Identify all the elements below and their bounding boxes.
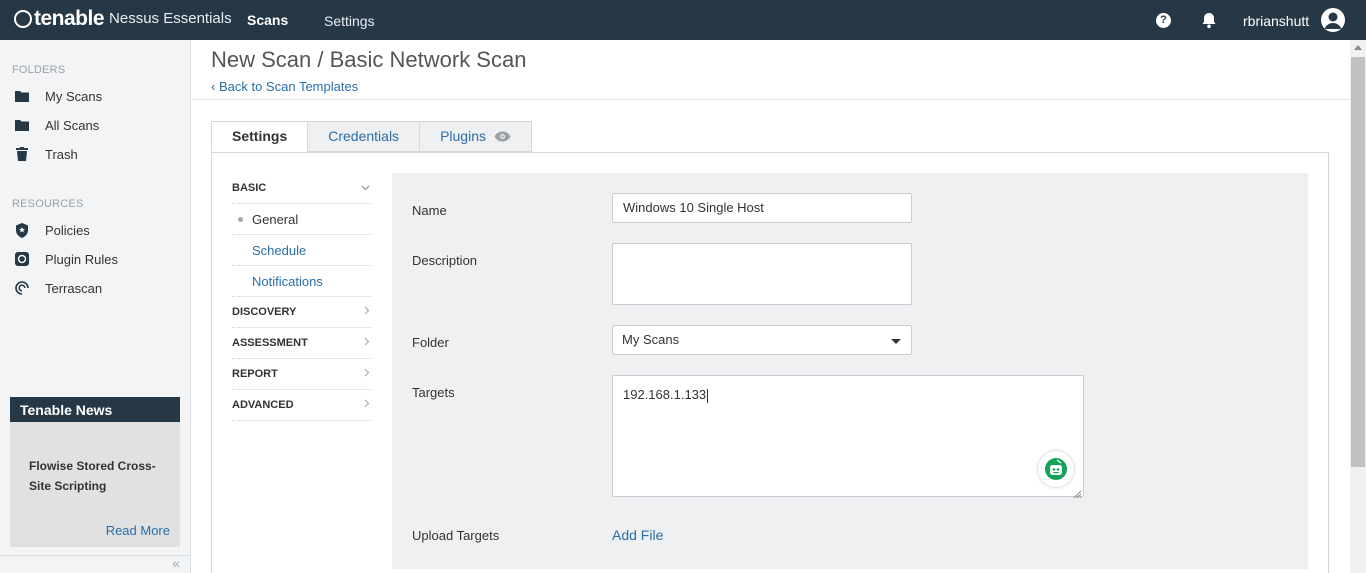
- section-item-label: Schedule: [252, 242, 307, 258]
- scrollbar-thumb[interactable]: [1351, 57, 1365, 467]
- username[interactable]: rbrianshutt: [1243, 13, 1309, 29]
- sidebar-item-label: Terrascan: [45, 280, 103, 296]
- settings-panel: BASIC General Schedule Notifications DIS…: [211, 152, 1329, 573]
- collapse-icon[interactable]: «: [172, 555, 180, 571]
- description-label: Description: [412, 253, 478, 268]
- user-avatar-icon[interactable]: [1321, 8, 1345, 32]
- chevron-right-icon: [364, 399, 370, 411]
- tenable-news-widget: Tenable News Flowise Stored Cross-Site S…: [10, 397, 180, 547]
- sidebar-item-label: Plugin Rules: [45, 251, 118, 267]
- sidebar-item-label: Policies: [45, 222, 90, 238]
- sidebar-collapse-bar[interactable]: «: [0, 555, 190, 573]
- tab-bar: Settings Credentials Plugins: [211, 121, 532, 152]
- tab-credentials[interactable]: Credentials: [307, 121, 421, 152]
- sidebar: FOLDERS My Scans All Scans Trash RESOURC…: [0, 40, 191, 573]
- folder-icon: [12, 117, 32, 133]
- sidebar-item-label: My Scans: [45, 88, 103, 104]
- tenable-logo[interactable]: tenable Nessus Essentials: [14, 8, 232, 30]
- news-article-title[interactable]: Flowise Stored Cross-Site Scripting: [29, 456, 169, 496]
- tenable-logo-ring-icon: [14, 10, 32, 28]
- news-heading: Tenable News: [10, 397, 180, 422]
- back-link-label: Back to Scan Templates: [218, 79, 359, 94]
- shield-icon: [12, 222, 32, 238]
- section-item-notifications[interactable]: Notifications: [232, 266, 372, 297]
- sidebar-item-trash[interactable]: Trash: [12, 142, 182, 166]
- settings-section-nav: BASIC General Schedule Notifications DIS…: [232, 173, 372, 421]
- sidebar-item-terrascan[interactable]: Terrascan: [12, 276, 182, 300]
- current-dot-icon: [238, 217, 243, 222]
- nav-scans[interactable]: Scans: [247, 12, 288, 28]
- upload-targets-label: Upload Targets: [412, 528, 500, 543]
- sidebar-item-all-scans[interactable]: All Scans: [12, 113, 182, 137]
- product-name: Nessus Essentials: [109, 10, 232, 27]
- description-field[interactable]: [612, 243, 912, 305]
- chevron-right-icon: [364, 306, 370, 318]
- plugin-icon: [12, 251, 32, 267]
- sidebar-item-label: All Scans: [45, 117, 100, 133]
- eye-icon: [494, 123, 511, 152]
- header-divider: [191, 99, 1350, 100]
- resources-heading: RESOURCES: [12, 198, 84, 210]
- help-icon[interactable]: ?: [1156, 13, 1171, 28]
- general-settings-form: Name Windows 10 Single Host Description …: [392, 173, 1308, 569]
- targets-label: Targets: [412, 385, 455, 400]
- trash-icon: [12, 146, 32, 162]
- section-discovery[interactable]: DISCOVERY: [232, 297, 372, 328]
- section-label: REPORT: [232, 368, 278, 380]
- targets-field[interactable]: 192.168.1.133: [612, 375, 1084, 499]
- grammarly-assistant-icon[interactable]: [1038, 451, 1074, 487]
- tab-plugins-label: Plugins: [440, 128, 486, 144]
- folder-label: Folder: [412, 335, 449, 350]
- section-label: ADVANCED: [232, 399, 294, 411]
- section-basic[interactable]: BASIC: [232, 173, 372, 204]
- section-report[interactable]: REPORT: [232, 359, 372, 390]
- folder-select-value: My Scans: [622, 332, 680, 347]
- caret-down-icon: [891, 339, 901, 344]
- sidebar-item-plugin-rules[interactable]: Plugin Rules: [12, 247, 182, 271]
- tab-plugins[interactable]: Plugins: [419, 121, 532, 152]
- bell-icon[interactable]: [1200, 11, 1218, 29]
- targets-value: 192.168.1.133: [623, 387, 707, 402]
- read-more-link[interactable]: Read More: [106, 523, 170, 538]
- folder-icon: [12, 88, 32, 104]
- top-navigation-bar: tenable Nessus Essentials Scans Settings…: [0, 0, 1366, 40]
- terrascan-icon: [12, 280, 32, 296]
- chevron-down-icon: [361, 183, 370, 194]
- chevron-right-icon: [364, 337, 370, 349]
- resize-handle-icon[interactable]: [1073, 486, 1082, 499]
- section-label: DISCOVERY: [232, 306, 297, 318]
- folder-select[interactable]: My Scans: [612, 325, 912, 355]
- chevron-right-icon: [364, 368, 370, 380]
- brand-name: tenable: [34, 7, 105, 30]
- sidebar-item-my-scans[interactable]: My Scans: [12, 84, 182, 108]
- sidebar-item-label: Trash: [45, 146, 78, 162]
- sidebar-item-policies[interactable]: Policies: [12, 218, 182, 242]
- text-cursor: [707, 388, 709, 403]
- section-item-label: Notifications: [252, 273, 323, 289]
- nav-settings[interactable]: Settings: [324, 13, 375, 29]
- section-item-general[interactable]: General: [232, 204, 372, 235]
- name-field[interactable]: Windows 10 Single Host: [612, 193, 912, 223]
- name-label: Name: [412, 203, 447, 218]
- section-advanced[interactable]: ADVANCED: [232, 390, 372, 421]
- section-item-schedule[interactable]: Schedule: [232, 235, 372, 266]
- add-file-link[interactable]: Add File: [612, 527, 663, 543]
- back-to-templates-link[interactable]: ‹ Back to Scan Templates: [211, 79, 358, 94]
- section-item-label: General: [252, 211, 299, 227]
- page-scrollbar[interactable]: [1350, 40, 1366, 573]
- chevron-left-icon: ‹: [211, 79, 216, 94]
- scroll-up-arrow-icon[interactable]: [1354, 45, 1362, 50]
- section-basic-label: BASIC: [232, 182, 267, 194]
- page-title: New Scan / Basic Network Scan: [211, 47, 527, 72]
- section-assessment[interactable]: ASSESSMENT: [232, 328, 372, 359]
- main-content: New Scan / Basic Network Scan ‹ Back to …: [191, 40, 1350, 573]
- folders-heading: FOLDERS: [12, 64, 66, 76]
- tab-settings[interactable]: Settings: [211, 121, 309, 152]
- section-label: ASSESSMENT: [232, 337, 308, 349]
